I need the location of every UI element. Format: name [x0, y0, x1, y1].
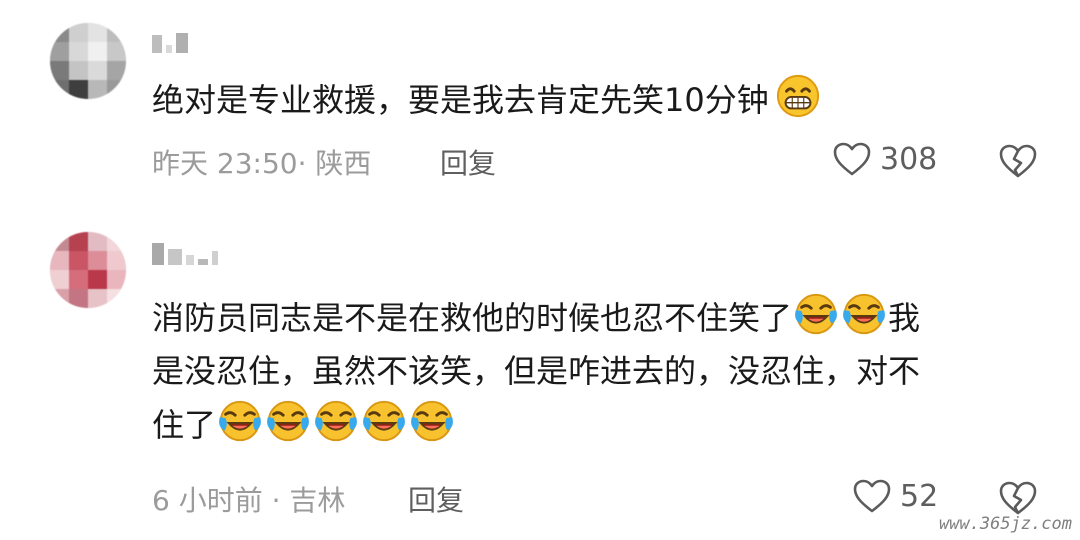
rolling-laughing-emoji-icon — [793, 291, 839, 337]
comment-timestamp-location: 昨天 23:50· 陕西 — [152, 147, 372, 180]
rolling-laughing-emoji-icon — [265, 398, 311, 444]
comment-text-row: 住了 — [152, 398, 920, 452]
comment-text: 绝对是专业救援，要是我去肯定先笑10分钟 — [152, 73, 822, 127]
grinning-emoji-icon — [775, 73, 821, 119]
heart-outline-icon — [832, 141, 872, 177]
comment-text-row: 消防员同志是不是在救他的时候也忍不住笑了 我 — [152, 291, 920, 345]
like-button[interactable]: 308 — [832, 141, 937, 177]
avatar[interactable] — [50, 232, 126, 308]
watermark: www.365jz.com — [938, 514, 1072, 534]
comment-2: 消防员同志是不是在救他的时候也忍不住笑了 我 是没忍住，虽然不该笑，但是咋进去的，… — [0, 215, 1080, 540]
rolling-laughing-emoji-icon — [409, 398, 455, 444]
comment-text-line: 住了 — [152, 406, 217, 444]
like-button[interactable]: 52 — [852, 478, 938, 514]
comment-1: 绝对是专业救援，要是我去肯定先笑10分钟 昨天 23:50· 陕西 回复 308 — [0, 0, 1080, 215]
like-count: 52 — [900, 478, 939, 514]
username-blurred[interactable] — [152, 31, 188, 53]
broken-heart-icon[interactable] — [998, 480, 1038, 516]
like-count: 308 — [880, 141, 938, 177]
heart-outline-icon — [852, 478, 892, 514]
comment-text-line: 我 — [888, 299, 921, 337]
broken-heart-icon[interactable] — [998, 143, 1038, 179]
comment-timestamp-location: 6 小时前 · 吉林 — [152, 484, 346, 517]
rolling-laughing-emoji-icon — [841, 291, 887, 337]
comment-text-line: 绝对是专业救援，要是我去肯定先笑10分钟 — [152, 81, 769, 119]
comment-text-line: 是没忍住，虽然不该笑，但是咋进去的，没忍住，对不 — [152, 352, 921, 390]
reply-button[interactable]: 回复 — [440, 142, 496, 182]
rolling-laughing-emoji-icon — [313, 398, 359, 444]
avatar[interactable] — [50, 23, 126, 99]
comment-text: 消防员同志是不是在救他的时候也忍不住笑了 我 是没忍住，虽然不该笑，但是咋进去的，… — [152, 291, 920, 452]
comment-text-row: 是没忍住，虽然不该笑，但是咋进去的，没忍住，对不 — [152, 345, 920, 398]
rolling-laughing-emoji-icon — [361, 398, 407, 444]
comment-text-line: 消防员同志是不是在救他的时候也忍不住笑了 — [152, 299, 793, 337]
username-blurred[interactable] — [152, 239, 218, 265]
reply-button[interactable]: 回复 — [408, 479, 464, 519]
rolling-laughing-emoji-icon — [217, 398, 263, 444]
